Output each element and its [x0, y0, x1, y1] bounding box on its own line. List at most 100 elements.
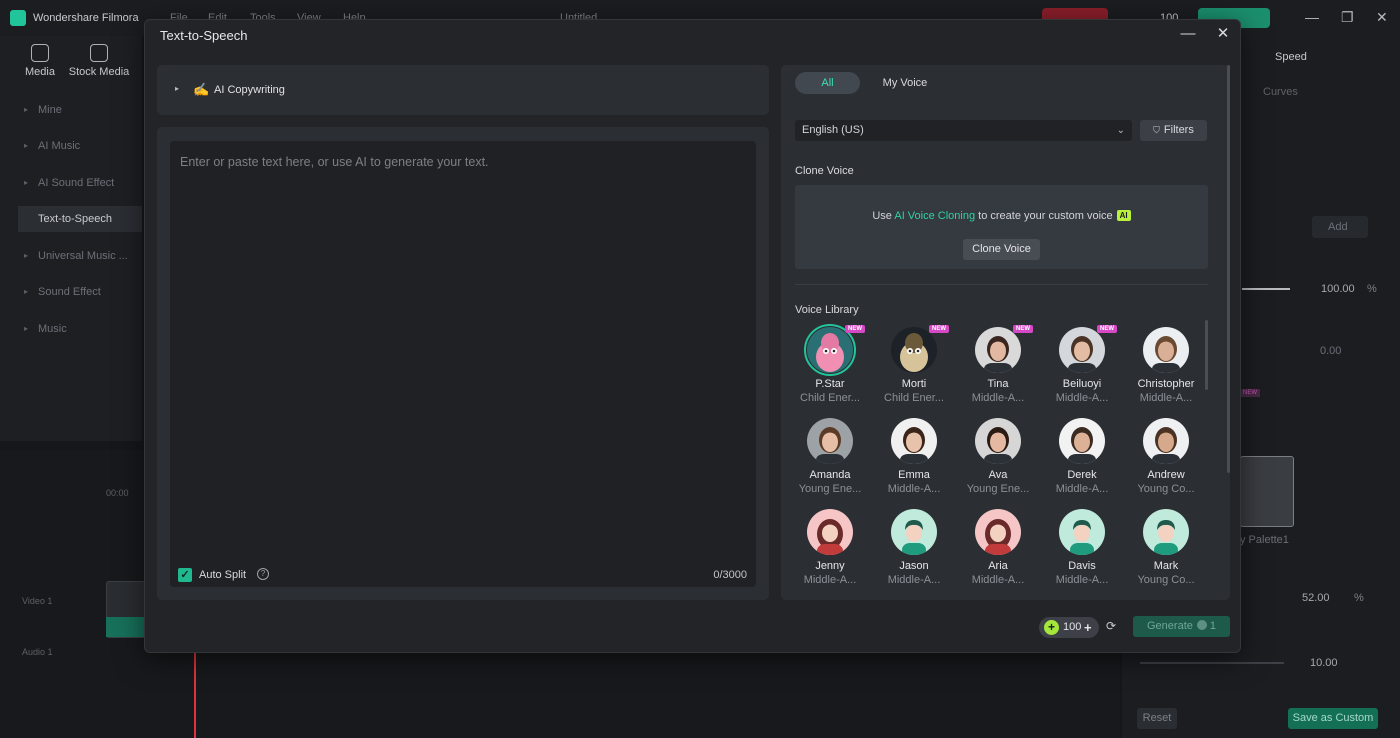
value-slider[interactable] — [1140, 662, 1284, 664]
slider-value-10[interactable]: 10.00 — [1310, 657, 1338, 669]
voice-description: Young Ene... — [966, 483, 1030, 495]
voice-card[interactable]: Derek Middle-A... — [1040, 418, 1124, 495]
voice-description: Middle-A... — [887, 483, 941, 495]
sidebar-item-universal-music[interactable]: Universal Music ... — [18, 243, 142, 269]
palette-thumbnail[interactable] — [1240, 456, 1294, 527]
auto-split-label[interactable]: Auto Split — [199, 569, 246, 581]
sidebar-item-sound-effect[interactable]: Sound Effect — [18, 279, 142, 305]
dialog-scrollbar[interactable] — [1227, 65, 1230, 473]
voice-card[interactable]: NEW Beiluoyi Middle-A... — [1040, 325, 1124, 404]
voice-name: Aria — [988, 560, 1008, 572]
avatar-image — [816, 333, 844, 372]
tab-my-voice[interactable]: My Voice — [872, 72, 938, 94]
text-editor[interactable]: Enter or paste text here, or use AI to g… — [170, 141, 756, 587]
voice-card[interactable]: Aria Middle-A... — [956, 509, 1040, 586]
clone-voice-button[interactable]: Clone Voice — [963, 239, 1040, 260]
close-icon[interactable]: ✕ — [1212, 24, 1234, 46]
voice-avatar — [807, 509, 853, 555]
voice-name: Morti — [901, 378, 927, 390]
voice-name: Amanda — [809, 469, 851, 481]
voice-avatar — [1059, 509, 1105, 555]
credits-count: 100 — [1063, 621, 1082, 633]
app-name: Wondershare Filmora — [33, 12, 139, 24]
opacity-slider[interactable] — [1242, 288, 1290, 290]
sidebar-item-text-to-speech[interactable]: Text-to-Speech — [18, 206, 142, 232]
video-clip-thumbnail — [106, 617, 146, 637]
voice-card[interactable]: Ava Young Ene... — [956, 418, 1040, 495]
voice-description: Child Ener... — [884, 392, 944, 404]
editor-placeholder[interactable]: Enter or paste text here, or use AI to g… — [180, 155, 740, 169]
sidebar-item-ai-music[interactable]: AI Music — [18, 133, 142, 159]
slider-value-52[interactable]: 52.00 — [1302, 592, 1330, 604]
voice-card[interactable]: Jason Middle-A... — [872, 509, 956, 586]
sidebar-item-ai-sound-effect[interactable]: AI Sound Effect — [18, 170, 142, 196]
credits-badge[interactable]: + 100 + — [1039, 617, 1099, 638]
new-badge: NEW — [845, 325, 865, 333]
voice-name: Emma — [898, 469, 930, 481]
voice-card[interactable]: Christopher Middle-A... — [1124, 327, 1208, 404]
refresh-icon[interactable]: ⟳ — [1106, 619, 1116, 633]
generate-cost: 1 — [1209, 620, 1216, 632]
save-as-custom-button[interactable]: Save as Custom — [1288, 708, 1378, 729]
avatar-image — [1152, 336, 1180, 373]
voice-card[interactable]: NEW Morti Child Ener... — [872, 325, 956, 404]
voice-avatar — [1143, 418, 1189, 464]
minimize-icon[interactable]: — — [1177, 25, 1199, 45]
credit-coin-icon: + — [1044, 620, 1059, 635]
ai-copywriting-section[interactable]: ▸ ✍ AI Copywriting — [157, 65, 769, 115]
timeline-time: 00:00 — [106, 488, 129, 498]
sidebar-item-music[interactable]: Music — [18, 316, 142, 342]
avatar-image — [900, 427, 928, 464]
voice-card[interactable]: NEW P.Star Child Ener... — [788, 324, 872, 404]
timeline-playhead[interactable] — [194, 652, 196, 738]
voice-name: Derek — [1067, 469, 1097, 481]
minimize-window-icon[interactable]: — — [1305, 9, 1319, 25]
close-window-icon[interactable]: ✕ — [1376, 9, 1388, 26]
reset-button[interactable]: Reset — [1137, 708, 1177, 729]
voice-description: Child Ener... — [800, 392, 860, 404]
voice-name: Tina — [987, 378, 1009, 390]
tab-stock-media[interactable]: Stock Media — [66, 44, 132, 78]
language-value: English (US) — [802, 124, 864, 136]
expand-arrow-icon[interactable]: ▸ — [175, 84, 179, 93]
voice-description: Middle-A... — [971, 392, 1025, 404]
new-badge: NEW — [929, 325, 949, 333]
avatar-image — [1068, 427, 1096, 464]
auto-split-checkbox[interactable]: ✓ — [178, 568, 192, 582]
voice-name: Davis — [1068, 560, 1096, 572]
sidebar-item-mine[interactable]: Mine — [18, 97, 142, 123]
voice-description: Middle-A... — [971, 574, 1025, 586]
video-track-label: Video 1 — [22, 596, 53, 606]
text-to-speech-dialog: Text-to-Speech — ✕ ▸ ✍ AI Copywriting En… — [144, 19, 1241, 653]
help-icon[interactable]: ? — [257, 568, 269, 580]
avatar-image — [816, 427, 844, 464]
voice-library-scrollbar[interactable] — [1205, 320, 1208, 390]
filters-button[interactable]: ⛉ Filters — [1140, 120, 1207, 141]
maximize-window-icon[interactable]: ❐ — [1341, 9, 1354, 26]
filters-label: Filters — [1163, 124, 1194, 136]
voice-description: Middle-A... — [1055, 483, 1109, 495]
voice-card[interactable]: Jenny Middle-A... — [788, 509, 872, 586]
voice-card[interactable]: NEW Tina Middle-A... — [956, 325, 1040, 404]
ai-voice-cloning-link[interactable]: AI Voice Cloning — [894, 210, 975, 222]
add-credits-icon[interactable]: + — [1084, 617, 1092, 638]
voice-card[interactable]: Andrew Young Co... — [1124, 418, 1208, 495]
tab-speed[interactable]: Speed — [1275, 51, 1307, 63]
voice-card[interactable]: Amanda Young Ene... — [788, 418, 872, 495]
tab-media[interactable]: Media — [10, 44, 70, 78]
opacity-value[interactable]: 100.00 — [1321, 283, 1355, 295]
clone-text-pre: Use — [872, 210, 895, 222]
voice-card[interactable]: Emma Middle-A... — [872, 418, 956, 495]
media-panel: Media Stock Media Mine AI Music AI Sound… — [0, 36, 142, 441]
voice-avatar — [1143, 327, 1189, 373]
blend-value[interactable]: 0.00 — [1320, 345, 1341, 357]
language-select[interactable]: English (US) ⌄ — [795, 120, 1132, 141]
tab-curves[interactable]: Curves — [1263, 86, 1298, 98]
generate-button[interactable]: Generate 1 — [1133, 616, 1230, 637]
tab-all[interactable]: All — [795, 72, 860, 94]
add-button[interactable]: Add — [1312, 216, 1368, 238]
tab-media-label: Media — [25, 66, 55, 78]
voice-card[interactable]: Mark Young Co... — [1124, 509, 1208, 586]
voice-avatar — [891, 509, 937, 555]
voice-card[interactable]: Davis Middle-A... — [1040, 509, 1124, 586]
